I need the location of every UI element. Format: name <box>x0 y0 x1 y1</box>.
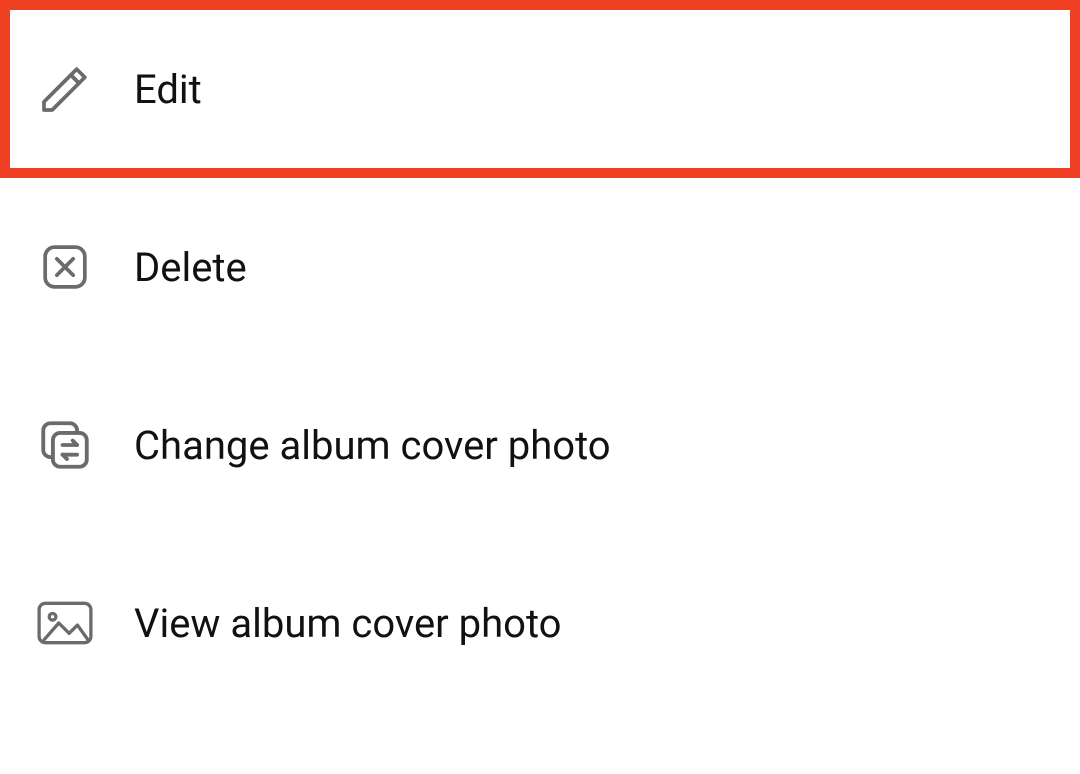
menu-item-delete[interactable]: Delete <box>0 178 1080 356</box>
image-icon <box>36 594 94 652</box>
menu-item-label: Delete <box>134 244 247 291</box>
menu-item-edit[interactable]: Edit <box>0 0 1080 178</box>
menu-item-label: Edit <box>134 66 202 113</box>
menu-item-view-cover[interactable]: View album cover photo <box>0 534 1080 712</box>
x-box-icon <box>36 238 94 296</box>
menu-item-label: View album cover photo <box>134 600 561 647</box>
menu-item-label: Change album cover photo <box>134 422 611 469</box>
context-menu: Edit Delete Change album cover photo <box>0 0 1080 712</box>
swap-cards-icon <box>36 416 94 474</box>
menu-item-change-cover[interactable]: Change album cover photo <box>0 356 1080 534</box>
pencil-icon <box>36 60 94 118</box>
